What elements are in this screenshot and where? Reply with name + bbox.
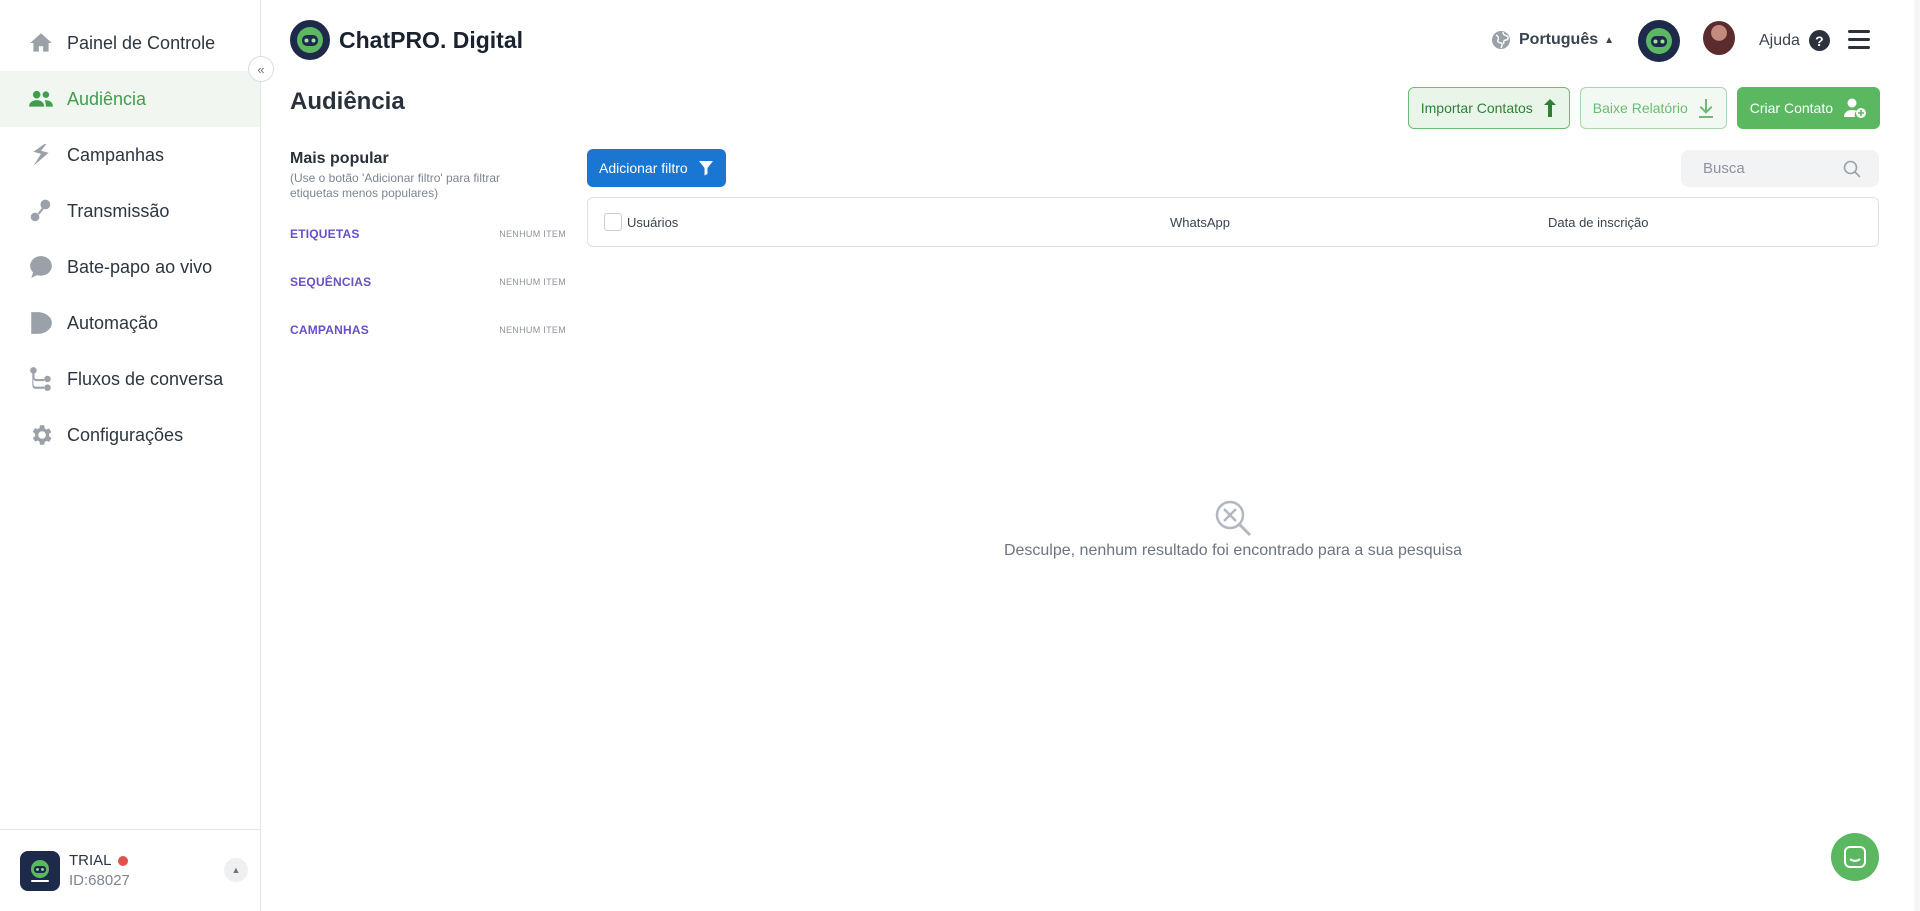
sidebar-item-painel-de-controle[interactable]: Painel de Controle — [0, 15, 260, 71]
filter-groups: ETIQUETAS NENHUM ITEM SEQUÊNCIAS NENHUM … — [290, 210, 566, 354]
automation-icon — [27, 309, 55, 337]
sidebar-item-label: Transmissão — [67, 200, 170, 221]
empty-state: Desculpe, nenhum resultado foi encontrad… — [587, 498, 1879, 560]
sidebar-item-transmissao[interactable]: Transmissão — [0, 183, 260, 239]
page-actions: Importar Contatos Baixe Relatório Criar … — [1407, 87, 1880, 129]
filter-group-label: ETIQUETAS — [290, 227, 360, 241]
sidebar-item-label: Fluxos de conversa — [67, 368, 224, 389]
flow-icon — [27, 365, 55, 393]
sidebar-item-label: Configurações — [67, 424, 184, 445]
filter-group-label: SEQUÊNCIAS — [290, 275, 372, 289]
empty-state-message: Desculpe, nenhum resultado foi encontrad… — [1003, 542, 1463, 559]
upload-arrow-icon — [1543, 98, 1557, 118]
filter-group-label: CAMPANHAS — [290, 323, 369, 337]
home-icon — [27, 29, 55, 57]
add-filter-button[interactable]: Adicionar filtro — [587, 149, 726, 187]
filter-group-count: NENHUM ITEM — [499, 229, 566, 239]
filters-hint: (Use o botão 'Adicionar filtro' para fil… — [290, 171, 501, 200]
funnel-icon — [698, 160, 714, 176]
collapse-sidebar-button[interactable]: « — [248, 56, 274, 82]
search-box — [1681, 150, 1879, 187]
column-header-whatsapp[interactable]: WhatsApp — [1170, 215, 1230, 230]
language-label: Português — [1519, 31, 1599, 48]
account-logo — [20, 850, 60, 891]
sidebar-item-configuracoes[interactable]: Configurações — [0, 407, 260, 463]
download-arrow-icon — [1698, 98, 1714, 118]
create-contact-label: Criar Contato — [1749, 100, 1833, 116]
sidebar-item-label: Campanhas — [67, 144, 165, 165]
campaign-icon — [27, 141, 55, 169]
people-icon — [27, 85, 55, 113]
broadcast-icon — [27, 197, 55, 225]
contacts-table-header: Usuários WhatsApp Data de inscrição — [587, 197, 1879, 247]
language-selector[interactable]: Português ▲ — [1491, 30, 1614, 50]
sidebar-item-audiencia[interactable]: Audiência — [0, 71, 260, 127]
status-dot — [117, 855, 128, 866]
search-no-results-icon — [587, 498, 1879, 538]
brand-name: ChatPRO. Digital — [339, 26, 524, 53]
account-plan: TRIAL — [69, 851, 130, 871]
globe-icon — [1492, 31, 1510, 49]
bot-avatar[interactable] — [1638, 20, 1680, 62]
import-contacts-button[interactable]: Importar Contatos — [1407, 87, 1570, 129]
hamburger-menu-icon[interactable] — [1848, 30, 1870, 50]
account-id: ID:68027 — [69, 871, 130, 889]
sidebar-item-campanhas[interactable]: Campanhas — [0, 127, 260, 183]
gear-icon — [27, 421, 55, 449]
filters-title: Mais popular — [290, 150, 389, 167]
help-link[interactable]: Ajuda ? — [1759, 30, 1830, 51]
sidebar-nav: Painel de Controle Audiência Campanhas T… — [0, 15, 260, 463]
search-input[interactable] — [1703, 160, 1843, 177]
caret-down-icon: ▲ — [1604, 34, 1615, 46]
import-contacts-label: Importar Contatos — [1420, 100, 1533, 116]
filter-group-campanhas[interactable]: CAMPANHAS NENHUM ITEM — [290, 306, 566, 354]
sidebar-item-label: Painel de Controle — [67, 32, 216, 53]
help-icon: ? — [1808, 30, 1830, 51]
search-icon[interactable] — [1843, 160, 1861, 178]
page-title: Audiência — [290, 88, 405, 115]
sidebar-item-fluxos[interactable]: Fluxos de conversa — [0, 351, 260, 407]
column-header-data-inscricao[interactable]: Data de inscrição — [1548, 215, 1648, 230]
add-user-icon — [1843, 97, 1867, 119]
filter-group-etiquetas[interactable]: ETIQUETAS NENHUM ITEM — [290, 210, 566, 258]
double-chevron-left-icon: « — [257, 61, 265, 77]
sidebar-item-automacao[interactable]: Automação — [0, 295, 260, 351]
download-report-button[interactable]: Baixe Relatório — [1579, 87, 1727, 129]
chat-icon — [1844, 846, 1866, 868]
column-header-usuarios[interactable]: Usuários — [627, 215, 678, 230]
help-label: Ajuda — [1759, 31, 1800, 49]
add-filter-label: Adicionar filtro — [599, 160, 688, 176]
filter-group-sequencias[interactable]: SEQUÊNCIAS NENHUM ITEM — [290, 258, 566, 306]
brand[interactable]: ChatPRO. Digital — [290, 20, 523, 60]
sidebar-item-label: Bate-papo ao vivo — [67, 256, 213, 277]
sidebar-item-label: Automação — [67, 312, 159, 333]
sidebar: Painel de Controle Audiência Campanhas T… — [0, 0, 261, 911]
page-scrollbar[interactable] — [1914, 0, 1920, 911]
sidebar-item-label: Audiência — [67, 88, 147, 109]
filter-group-count: NENHUM ITEM — [499, 325, 566, 335]
account-switch-icon[interactable]: ▲ — [224, 858, 248, 882]
chat-launcher-button[interactable] — [1831, 833, 1879, 881]
select-all-checkbox[interactable] — [604, 213, 622, 231]
account-info: TRIAL ID:68027 — [69, 851, 130, 891]
bot-icon — [1646, 28, 1672, 54]
chat-bubble-icon — [27, 253, 55, 281]
app-root: Painel de Controle Audiência Campanhas T… — [0, 0, 1920, 911]
filters-panel: Mais popular (Use o botão 'Adicionar fil… — [290, 150, 566, 337]
create-contact-button[interactable]: Criar Contato — [1736, 87, 1880, 129]
brand-logo-icon — [290, 20, 330, 60]
sidebar-item-bate-papo[interactable]: Bate-papo ao vivo — [0, 239, 260, 295]
account-switcher[interactable]: TRIAL ID:68027 ▲ — [0, 829, 260, 911]
download-report-label: Baixe Relatório — [1592, 100, 1688, 116]
filter-group-count: NENHUM ITEM — [499, 277, 566, 287]
user-avatar[interactable] — [1703, 21, 1735, 55]
account-plan-label: TRIAL — [69, 851, 112, 869]
